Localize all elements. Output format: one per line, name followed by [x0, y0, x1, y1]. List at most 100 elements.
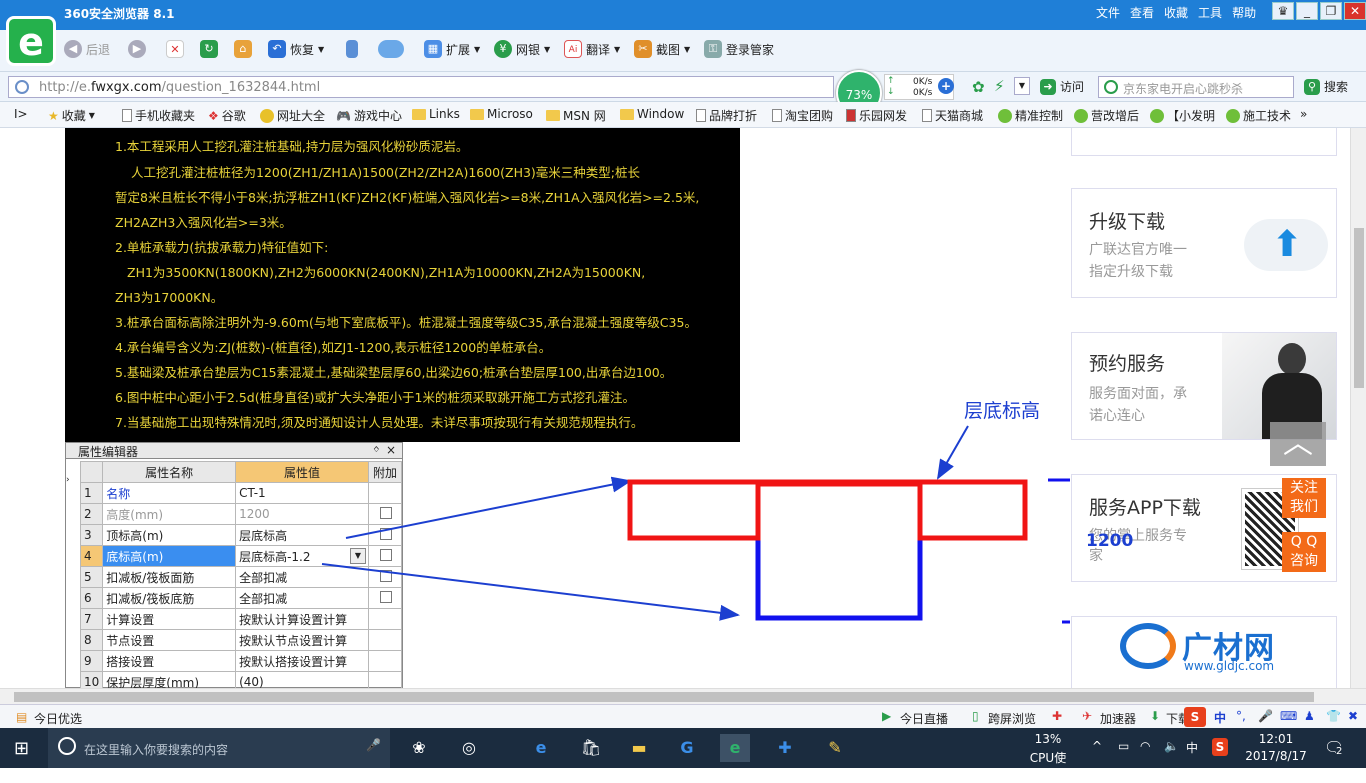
bookmark-item[interactable]: MSN 网	[546, 107, 606, 124]
bank-button[interactable]: ¥ 网银 ▼	[494, 38, 550, 60]
sogou-ime-icon[interactable]: S	[1184, 707, 1206, 727]
upgrade-download-card[interactable]: 升级下载 广联达官方唯一 指定升级下载 ⬆	[1071, 188, 1337, 298]
app-launcher-icon[interactable]: ◎	[454, 734, 484, 762]
task-view-icon[interactable]: ❀	[404, 734, 434, 762]
phone-button[interactable]	[346, 38, 358, 60]
bookmark-item[interactable]: 淘宝团购	[772, 107, 833, 124]
back-button[interactable]: ◀ 后退	[64, 38, 110, 60]
refresh-button[interactable]: ↻	[200, 38, 218, 60]
url-text[interactable]: http://e.fwxgx.com/question_1632844.html	[39, 80, 320, 95]
shirt-icon[interactable]: 👕	[1326, 709, 1341, 723]
bookmark-favorites[interactable]: ★ 收藏 ▼	[48, 107, 95, 124]
forward-button[interactable]: ▶	[128, 38, 146, 60]
windows-start-icon[interactable]: ⊞	[14, 738, 29, 759]
wifi-icon[interactable]: ◠	[1140, 739, 1150, 753]
back-to-top-button[interactable]: ︿	[1270, 422, 1326, 466]
glodon-app-icon[interactable]: G	[672, 734, 702, 762]
scrollbar-thumb[interactable]	[14, 692, 1314, 702]
forward-arrow-icon: ▶	[128, 40, 146, 58]
edge-browser-icon[interactable]: e	[526, 734, 556, 762]
bookmark-item[interactable]: 手机收藏夹	[122, 107, 195, 124]
window-title: 360安全浏览器 8.1	[64, 7, 175, 21]
address-dropdown-button[interactable]: ▼	[1014, 77, 1030, 95]
cloud-button[interactable]	[378, 38, 404, 60]
translate-button[interactable]: Ai 翻译 ▼	[564, 38, 620, 60]
scrollbar-thumb[interactable]	[1354, 228, 1364, 388]
restore-tabs-button[interactable]: ↶ 恢复 ▼	[268, 38, 324, 60]
horizontal-scrollbar[interactable]	[0, 688, 1366, 704]
store-icon[interactable]: 🛍	[576, 734, 606, 762]
bookmark-item[interactable]: ❖ 谷歌	[208, 107, 246, 124]
keyboard-icon[interactable]: ⌨	[1280, 709, 1297, 723]
search-button[interactable]: ⚲ 搜索	[1304, 78, 1348, 95]
paw-icon: ❖	[208, 108, 219, 123]
skin-icon[interactable]: ♛	[1272, 2, 1294, 20]
follow-us-button[interactable]: 关注 我们	[1282, 478, 1326, 518]
more-bookmarks-icon[interactable]: »	[1300, 107, 1307, 121]
bookmark-item[interactable]: 精准控制	[998, 107, 1063, 124]
tools-icon[interactable]: ✖	[1348, 709, 1358, 723]
network-icon[interactable]: ▭	[1118, 739, 1129, 753]
brand-card[interactable]: 广材网 www.gldjc.com	[1071, 616, 1337, 688]
chevron-up-icon[interactable]: ^	[1092, 739, 1102, 753]
bookmark-item[interactable]: 🎮 游戏中心	[336, 107, 402, 124]
sogou-tray-icon[interactable]: S	[1212, 738, 1228, 756]
screenshot-button[interactable]: ✂ 截图 ▼	[634, 38, 690, 60]
vertical-scrollbar[interactable]	[1350, 128, 1366, 688]
bookmark-item[interactable]: Microso	[470, 107, 533, 121]
login-manager-button[interactable]: ⚿ 登录管家	[704, 38, 774, 60]
chat-icon	[1150, 108, 1164, 123]
bookmark-item[interactable]: 营改增后	[1074, 107, 1139, 124]
search-engine-icon	[1104, 80, 1118, 94]
menu-view[interactable]: 查看	[1130, 4, 1154, 21]
menu-tools[interactable]: 工具	[1198, 4, 1222, 21]
volume-icon[interactable]: 🔈	[1164, 739, 1179, 753]
file-explorer-icon[interactable]: ▬	[624, 734, 654, 762]
top-elevation-arrow	[345, 476, 632, 539]
visit-button[interactable]: ➜ 访问	[1040, 78, 1084, 95]
search-box[interactable]: 京东家电开启心跳秒杀	[1098, 76, 1294, 98]
bookmark-item[interactable]: 施工技术	[1226, 107, 1291, 124]
microphone-icon[interactable]: 🎤	[1258, 709, 1273, 723]
bookmark-item[interactable]: 乐园网发	[846, 107, 907, 124]
minimize-button[interactable]: _	[1296, 2, 1318, 20]
menu-file[interactable]: 文件	[1096, 4, 1120, 21]
home-button[interactable]: ⌂	[234, 38, 252, 60]
menu-help[interactable]: 帮助	[1232, 4, 1256, 21]
sidebar-card-partial[interactable]	[1071, 128, 1337, 156]
extend-button[interactable]: ▦ 扩展 ▼	[424, 38, 480, 60]
sidebar-toggle-button[interactable]: I>	[14, 107, 28, 121]
app-plus-icon[interactable]: ✚	[770, 734, 800, 762]
live-icon: ▶	[882, 709, 892, 723]
microphone-icon[interactable]: 🎤	[366, 738, 381, 752]
lightning-icon[interactable]: ⚡	[994, 77, 1005, 95]
plus-icon[interactable]: +	[938, 78, 954, 94]
page-content: 1.本工程采用人工挖孔灌注桩基础,持力层为强风化粉砂质泥岩。 人工挖孔灌注桩桩径…	[0, 128, 1350, 688]
bookmark-item[interactable]: Links	[412, 107, 460, 121]
download-icon: ↓	[887, 87, 895, 97]
chevron-down-icon: ▼	[318, 44, 325, 54]
close-button[interactable]: ✕	[1344, 2, 1366, 20]
bookmark-item[interactable]: 天猫商城	[922, 107, 983, 124]
shield-icon[interactable]: ✚	[1052, 709, 1062, 723]
page-icon	[772, 109, 782, 122]
speedup-icon[interactable]: ✿	[972, 78, 985, 96]
menu-favorites[interactable]: 收藏	[1164, 4, 1188, 21]
qq-consult-button[interactable]: Q Q 咨询	[1282, 532, 1326, 572]
key-icon: ⚿	[704, 40, 722, 58]
360-browser-taskbar-icon[interactable]: e	[720, 734, 750, 762]
address-bar[interactable]: http://e.fwxgx.com/question_1632844.html	[8, 76, 834, 98]
taskbar-search[interactable]: 在这里输入你要搜索的内容 🎤	[48, 728, 390, 768]
bookmark-item[interactable]: 网址大全	[260, 107, 325, 124]
dimension-label: 1200	[1086, 531, 1134, 551]
punctuation-icon[interactable]: °,	[1236, 709, 1246, 723]
bookmark-item[interactable]: 品牌打折	[696, 107, 757, 124]
phone-icon	[346, 40, 358, 58]
bookmark-item[interactable]: Window	[620, 107, 684, 121]
stop-button[interactable]: ✕	[166, 38, 184, 60]
restore-button[interactable]: ❐	[1320, 2, 1342, 20]
notes-app-icon[interactable]: ✎	[820, 734, 850, 762]
user-icon[interactable]: ♟	[1304, 709, 1315, 723]
bookmark-item[interactable]: 【小发明	[1150, 107, 1215, 124]
page-icon	[846, 109, 856, 122]
